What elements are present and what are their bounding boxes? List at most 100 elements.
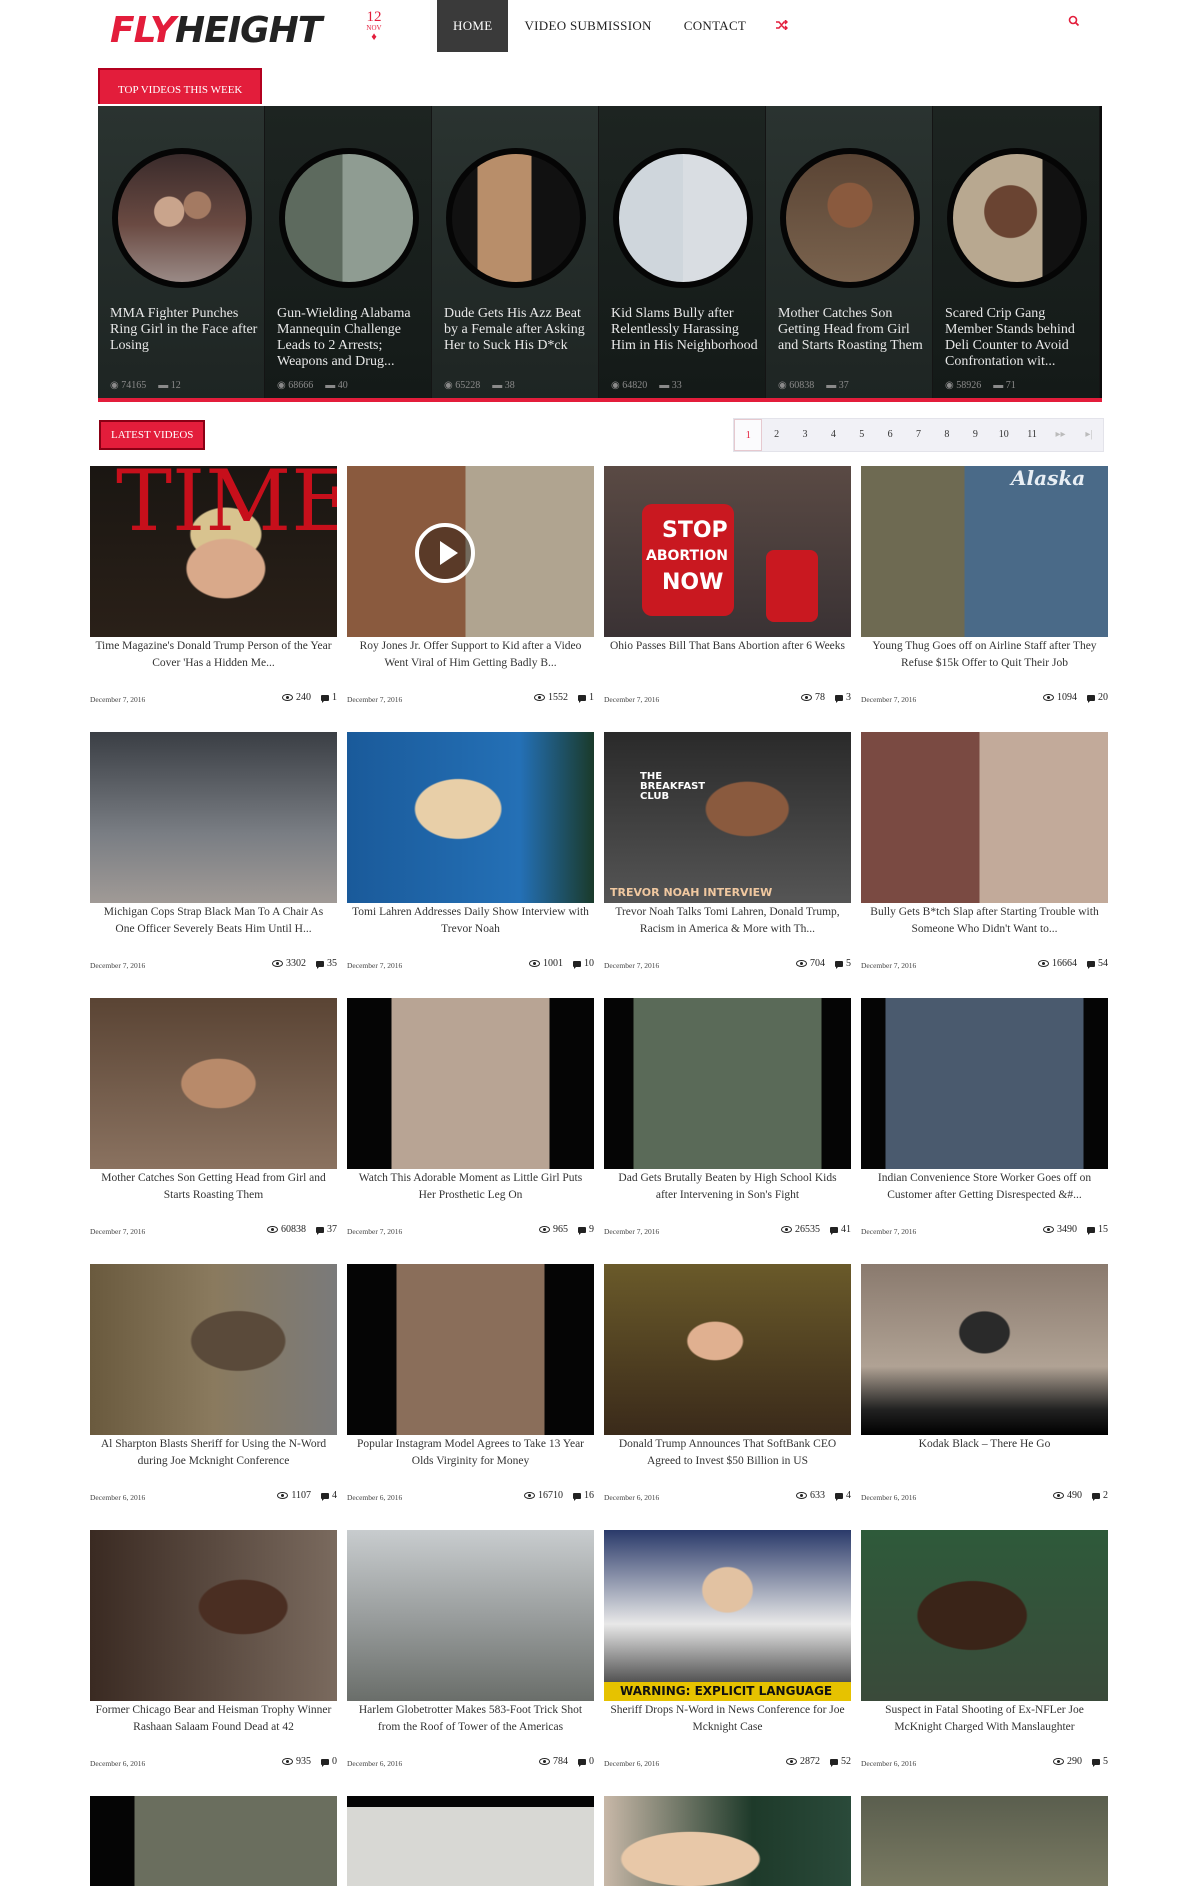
video-title[interactable]: Time Magazine's Donald Trump Person of t… bbox=[94, 638, 333, 672]
video-card[interactable] bbox=[347, 1796, 594, 1886]
page-link[interactable]: 4 bbox=[819, 419, 847, 451]
page-link[interactable]: 6 bbox=[876, 419, 904, 451]
video-thumbnail[interactable] bbox=[347, 1530, 594, 1701]
video-card[interactable]: Suspect in Fatal Shooting of Ex-NFLer Jo… bbox=[861, 1530, 1108, 1780]
video-title[interactable]: Roy Jones Jr. Offer Support to Kid after… bbox=[351, 638, 590, 672]
video-thumbnail[interactable] bbox=[90, 1264, 337, 1435]
nav-video-submission[interactable]: VIDEO SUBMISSION bbox=[508, 0, 667, 52]
search-icon[interactable] bbox=[1068, 14, 1088, 34]
video-title[interactable]: Suspect in Fatal Shooting of Ex-NFLer Jo… bbox=[865, 1702, 1104, 1736]
video-title[interactable]: Kodak Black – There He Go bbox=[865, 1436, 1104, 1453]
top-video-thumbnail[interactable] bbox=[780, 148, 920, 288]
page-link[interactable]: 11 bbox=[1018, 419, 1046, 451]
video-title[interactable]: Donald Trump Announces That SoftBank CEO… bbox=[608, 1436, 847, 1470]
video-title[interactable]: Watch This Adorable Moment as Little Gir… bbox=[351, 1170, 590, 1204]
video-thumbnail[interactable]: THE BREAKFAST CLUB TREVOR NOAH INTERVIEW bbox=[604, 732, 851, 903]
video-card[interactable]: Watch This Adorable Moment as Little Gir… bbox=[347, 998, 594, 1248]
video-thumbnail[interactable] bbox=[90, 1530, 337, 1701]
video-card[interactable]: Roy Jones Jr. Offer Support to Kid after… bbox=[347, 466, 594, 716]
video-thumbnail[interactable] bbox=[347, 998, 594, 1169]
page-link[interactable]: 5 bbox=[848, 419, 876, 451]
video-thumbnail[interactable] bbox=[861, 1530, 1108, 1701]
video-card[interactable]: Dad Gets Brutally Beaten by High School … bbox=[604, 998, 851, 1248]
video-card[interactable] bbox=[90, 1796, 337, 1886]
video-card[interactable]: Tomi Lahren Addresses Daily Show Intervi… bbox=[347, 732, 594, 982]
shuffle-icon[interactable] bbox=[762, 0, 802, 52]
top-video-item[interactable]: MMA Fighter Punches Ring Girl in the Fac… bbox=[98, 106, 265, 398]
top-video-title[interactable]: MMA Fighter Punches Ring Girl in the Fac… bbox=[110, 306, 260, 354]
top-video-title[interactable]: Gun-Wielding Alabama Mannequin Challenge… bbox=[277, 306, 427, 370]
nav-home[interactable]: HOME bbox=[437, 0, 509, 52]
top-video-title[interactable]: Kid Slams Bully after Relentlessly Haras… bbox=[611, 306, 761, 354]
page-link[interactable]: 8 bbox=[933, 419, 961, 451]
video-title[interactable]: Michigan Cops Strap Black Man To A Chair… bbox=[94, 904, 333, 938]
play-icon[interactable] bbox=[415, 523, 475, 583]
video-card[interactable]: Michigan Cops Strap Black Man To A Chair… bbox=[90, 732, 337, 982]
top-video-item[interactable]: Gun-Wielding Alabama Mannequin Challenge… bbox=[265, 106, 432, 398]
video-card[interactable]: Former Chicago Bear and Heisman Trophy W… bbox=[90, 1530, 337, 1780]
next-page-icon[interactable]: ▸▸ bbox=[1046, 419, 1074, 451]
video-card[interactable]: Mother Catches Son Getting Head from Gir… bbox=[90, 998, 337, 1248]
video-card[interactable]: Al Sharpton Blasts Sheriff for Using the… bbox=[90, 1264, 337, 1514]
page-link[interactable]: 10 bbox=[990, 419, 1018, 451]
top-video-item[interactable]: Mother Catches Son Getting Head from Gir… bbox=[766, 106, 933, 398]
video-card[interactable]: Alaska Young Thug Goes off on Airline St… bbox=[861, 466, 1108, 716]
video-card[interactable]: Kodak Black – There He Go December 6, 20… bbox=[861, 1264, 1108, 1514]
video-card[interactable] bbox=[604, 1796, 851, 1886]
video-thumbnail[interactable]: TIME bbox=[90, 466, 337, 637]
video-title[interactable]: Sheriff Drops N-Word in News Conference … bbox=[608, 1702, 847, 1736]
video-title[interactable]: Former Chicago Bear and Heisman Trophy W… bbox=[94, 1702, 333, 1736]
page-link[interactable]: 7 bbox=[904, 419, 932, 451]
video-thumbnail[interactable] bbox=[604, 1796, 851, 1886]
nav-contact[interactable]: CONTACT bbox=[668, 0, 762, 52]
site-logo[interactable]: FLYHEIGHT bbox=[110, 10, 322, 51]
last-page-icon[interactable]: ▸| bbox=[1075, 419, 1103, 451]
top-video-item[interactable]: Dude Gets His Azz Beat by a Female after… bbox=[432, 106, 599, 398]
video-thumbnail[interactable] bbox=[604, 1264, 851, 1435]
top-video-item[interactable]: Scared Crip Gang Member Stands behind De… bbox=[933, 106, 1100, 398]
video-thumbnail[interactable] bbox=[347, 466, 594, 637]
video-title[interactable]: Ohio Passes Bill That Bans Abortion afte… bbox=[608, 638, 847, 655]
video-thumbnail[interactable] bbox=[861, 1264, 1108, 1435]
video-card[interactable]: Popular Instagram Model Agrees to Take 1… bbox=[347, 1264, 594, 1514]
video-title[interactable]: Popular Instagram Model Agrees to Take 1… bbox=[351, 1436, 590, 1470]
video-card[interactable]: Harlem Globetrotter Makes 583-Foot Trick… bbox=[347, 1530, 594, 1780]
video-title[interactable]: Dad Gets Brutally Beaten by High School … bbox=[608, 1170, 847, 1204]
video-title[interactable]: Young Thug Goes off on Airline Staff aft… bbox=[865, 638, 1104, 672]
video-thumbnail[interactable]: Alaska bbox=[861, 466, 1108, 637]
video-title[interactable]: Harlem Globetrotter Makes 583-Foot Trick… bbox=[351, 1702, 590, 1736]
video-thumbnail[interactable] bbox=[90, 1796, 337, 1886]
video-card[interactable]: Donald Trump Announces That SoftBank CEO… bbox=[604, 1264, 851, 1514]
video-thumbnail[interactable] bbox=[861, 732, 1108, 903]
top-video-thumbnail[interactable] bbox=[279, 148, 419, 288]
video-thumbnail[interactable] bbox=[347, 1264, 594, 1435]
video-title[interactable]: Tomi Lahren Addresses Daily Show Intervi… bbox=[351, 904, 590, 938]
video-card[interactable]: WARNING: EXPLICIT LANGUAGE Sheriff Drops… bbox=[604, 1530, 851, 1780]
video-thumbnail[interactable] bbox=[861, 998, 1108, 1169]
video-card[interactable]: TIME Time Magazine's Donald Trump Person… bbox=[90, 466, 337, 716]
page-link[interactable]: 9 bbox=[961, 419, 989, 451]
page-link[interactable]: 1 bbox=[734, 419, 763, 451]
video-title[interactable]: Mother Catches Son Getting Head from Gir… bbox=[94, 1170, 333, 1204]
video-thumbnail[interactable] bbox=[604, 998, 851, 1169]
page-link[interactable]: 3 bbox=[791, 419, 819, 451]
page-link[interactable]: 2 bbox=[762, 419, 790, 451]
video-thumbnail[interactable] bbox=[90, 732, 337, 903]
video-title[interactable]: Indian Convenience Store Worker Goes off… bbox=[865, 1170, 1104, 1204]
top-video-thumbnail[interactable] bbox=[112, 148, 252, 288]
video-card[interactable]: Bully Gets B*tch Slap after Starting Tro… bbox=[861, 732, 1108, 982]
video-title[interactable]: Trevor Noah Talks Tomi Lahren, Donald Tr… bbox=[608, 904, 847, 938]
video-card[interactable] bbox=[861, 1796, 1108, 1886]
video-title[interactable]: Al Sharpton Blasts Sheriff for Using the… bbox=[94, 1436, 333, 1470]
top-video-title[interactable]: Scared Crip Gang Member Stands behind De… bbox=[945, 306, 1095, 370]
video-thumbnail[interactable] bbox=[90, 998, 337, 1169]
video-thumbnail[interactable] bbox=[861, 1796, 1108, 1886]
top-video-title[interactable]: Dude Gets His Azz Beat by a Female after… bbox=[444, 306, 594, 354]
video-thumbnail[interactable]: STOP ABORTION NOW bbox=[604, 466, 851, 637]
video-card[interactable]: Indian Convenience Store Worker Goes off… bbox=[861, 998, 1108, 1248]
top-video-thumbnail[interactable] bbox=[446, 148, 586, 288]
video-thumbnail[interactable]: WARNING: EXPLICIT LANGUAGE bbox=[604, 1530, 851, 1701]
video-card[interactable]: STOP ABORTION NOW Ohio Passes Bill That … bbox=[604, 466, 851, 716]
top-video-title[interactable]: Mother Catches Son Getting Head from Gir… bbox=[778, 306, 928, 354]
video-thumbnail[interactable] bbox=[347, 732, 594, 903]
